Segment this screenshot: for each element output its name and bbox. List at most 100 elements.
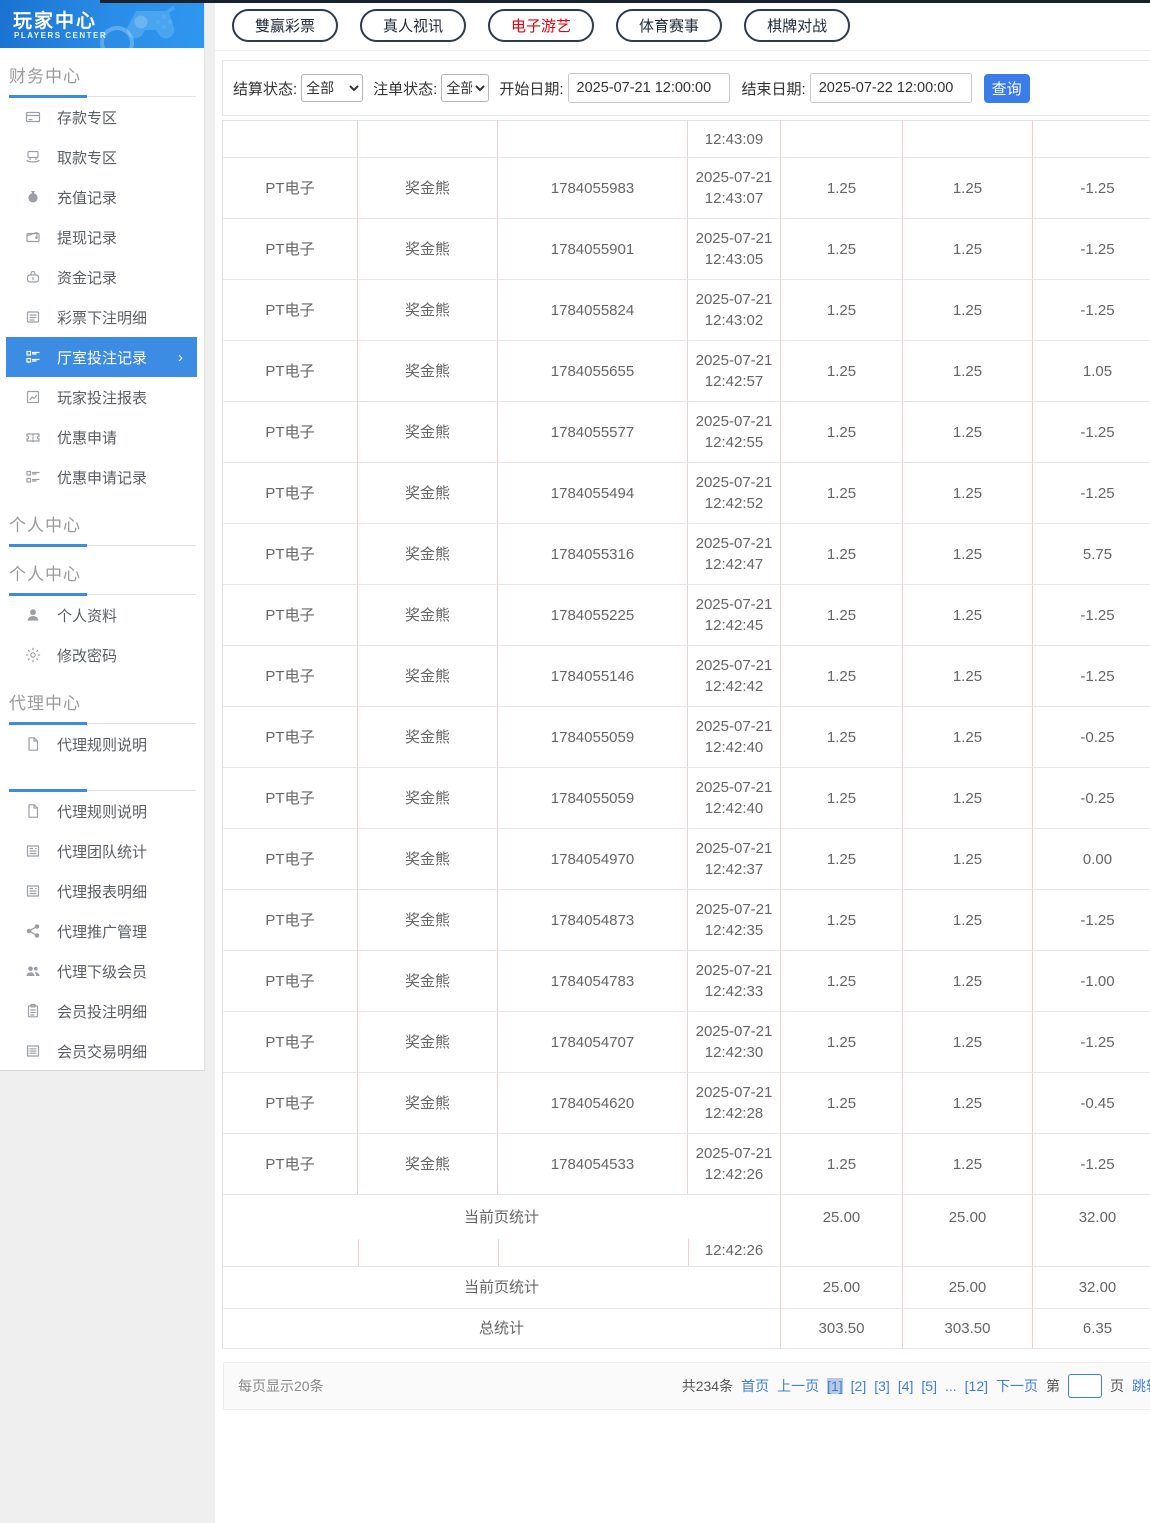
page-link-5[interactable]: [5] bbox=[921, 1378, 937, 1394]
cell-bet-time: 2025-07-21 12:42:47 bbox=[687, 523, 781, 585]
cell-bet-id: 1784054783 bbox=[497, 950, 688, 1012]
game-category-tabs: 雙赢彩票 真人视讯 电子游艺 体育赛事 棋牌对战 bbox=[215, 0, 1150, 51]
first-page-link[interactable]: 首页 bbox=[741, 1376, 769, 1396]
sidebar-item-label: 厅室投注记录 bbox=[57, 349, 148, 367]
page-link-3[interactable]: [3] bbox=[874, 1378, 890, 1394]
cell-bet-time: 2025-07-21 12:42:37 bbox=[687, 828, 781, 890]
prev-page-link[interactable]: 上一页 bbox=[777, 1376, 819, 1396]
cell-empty bbox=[222, 120, 358, 158]
next-page-link[interactable]: 下一页 bbox=[996, 1376, 1038, 1396]
cell-game-name: 奖金熊 bbox=[357, 401, 498, 463]
cell-bet-amount: 1.25 bbox=[780, 523, 903, 585]
end-date-label: 结束日期: bbox=[741, 80, 806, 98]
sidebar-item-purse[interactable]: 资金记录 bbox=[6, 257, 197, 297]
cell-bet-id: 1784055059 bbox=[497, 706, 688, 768]
sidebar-item-doc-lines[interactable]: 彩票下注明细 bbox=[6, 297, 197, 337]
section-underline bbox=[9, 593, 196, 596]
end-date-input[interactable] bbox=[809, 73, 972, 103]
cell-game-name: 奖金熊 bbox=[357, 340, 498, 402]
start-date-label: 开始日期: bbox=[499, 80, 564, 98]
page-link-2[interactable]: [2] bbox=[851, 1378, 867, 1394]
sidebar-item-moneybag[interactable]: 充值记录 bbox=[6, 177, 197, 217]
cell-win-loss: -1.25 bbox=[1032, 218, 1150, 280]
section-label: 个人中心 bbox=[9, 565, 81, 584]
sidebar-item-news[interactable]: 代理团队统计 bbox=[6, 831, 197, 871]
sidebar-item-list[interactable]: 会员交易明细 bbox=[6, 1031, 197, 1071]
cell-empty bbox=[902, 120, 1033, 158]
cell-win-loss: -1.25 bbox=[1032, 645, 1150, 707]
hall-bet-icon bbox=[25, 349, 41, 365]
sidebar-item-withdraw-hand[interactable]: 取款专区 bbox=[6, 137, 197, 177]
cell-win-loss: -1.25 bbox=[1032, 401, 1150, 463]
tab-真人视讯[interactable]: 真人视讯 bbox=[360, 9, 467, 42]
cell-bet-amount: 1.25 bbox=[780, 340, 903, 402]
table-row: PT电子 奖金熊 1784055824 2025-07-21 12:43:02 1.25 1… bbox=[222, 279, 1150, 341]
sidebar-item-hall-bet[interactable]: 厅室投注记录 › bbox=[6, 337, 197, 377]
sidebar-item-file[interactable]: 代理规则说明 bbox=[6, 791, 197, 831]
table-row: PT电子 奖金熊 1784055901 2025-07-21 12:43:05 1.25 1… bbox=[222, 218, 1150, 280]
tab-棋牌对战[interactable]: 棋牌对战 bbox=[744, 9, 851, 42]
jump-button[interactable]: 跳转 bbox=[1132, 1376, 1150, 1396]
cell-bet-amount: 1.25 bbox=[780, 828, 903, 890]
main-content: 雙赢彩票 真人视讯 电子游艺 体育赛事 棋牌对战 结算状态: 全部 注单状态: 全部 开… bbox=[215, 0, 1150, 1523]
sidebar-item-users[interactable]: 代理下级会员 bbox=[6, 951, 197, 991]
cell-win-loss: -1.25 bbox=[1032, 1011, 1150, 1073]
tab-雙赢彩票[interactable]: 雙赢彩票 bbox=[232, 9, 339, 42]
cell-game-type: PT电子 bbox=[222, 828, 358, 890]
section-underline bbox=[9, 544, 196, 547]
cell-game-name: 奖金熊 bbox=[357, 523, 498, 585]
cell-game-name: 奖金熊 bbox=[357, 279, 498, 341]
cell-game-name: 奖金熊 bbox=[357, 828, 498, 890]
sidebar-item-file[interactable]: 代理规则说明 bbox=[6, 724, 197, 764]
cell-bet-time: 2025-07-21 12:42:42 bbox=[687, 645, 781, 707]
sidebar-item-label: 代理规则说明 bbox=[57, 736, 148, 754]
table-row: PT电子 奖金熊 1784054783 2025-07-21 12:42:33 1.25 1… bbox=[222, 950, 1150, 1012]
sidebar-section-title: 代理中心 bbox=[9, 689, 196, 725]
jump-page-input[interactable] bbox=[1068, 1374, 1102, 1398]
sidebar-item-bank-card[interactable]: 存款专区 bbox=[6, 97, 197, 137]
cell-bet-amount: 1.25 bbox=[780, 218, 903, 280]
start-date-input[interactable] bbox=[567, 73, 730, 103]
cell-empty bbox=[357, 120, 498, 158]
sidebar-item-coupon[interactable]: 优惠申请 bbox=[6, 417, 197, 457]
cell-game-name: 奖金熊 bbox=[357, 645, 498, 707]
sidebar-item-wallet[interactable]: 提现记录 bbox=[6, 217, 197, 257]
search-button[interactable]: 查询 bbox=[983, 73, 1030, 103]
order-status-select[interactable]: 全部 bbox=[441, 74, 490, 102]
cell-valid-amount: 1.25 bbox=[902, 401, 1033, 463]
tab-电子游艺[interactable]: 电子游艺 bbox=[488, 9, 595, 42]
wallet-icon bbox=[25, 229, 41, 245]
sidebar-item-clipboard[interactable]: 会员投注明细 bbox=[6, 991, 197, 1031]
table-row: PT电子 奖金熊 1784055494 2025-07-21 12:42:52 1.25 1… bbox=[222, 462, 1150, 524]
cell-game-type: PT电子 bbox=[222, 950, 358, 1012]
cell-bet-time: 2025-07-21 12:42:26 bbox=[687, 1133, 781, 1195]
sidebar-item-share[interactable]: 代理推广管理 bbox=[6, 911, 197, 951]
cell-win-loss: 1.05 bbox=[1032, 340, 1150, 402]
table-row: PT电子 奖金熊 1784055655 2025-07-21 12:42:57 1.25 1… bbox=[222, 340, 1150, 402]
page-summary-label: 当前页统计 bbox=[463, 1279, 539, 1296]
sidebar-item-gear[interactable]: 修改密码 bbox=[6, 635, 197, 675]
moneybag-icon bbox=[25, 189, 41, 205]
users-icon bbox=[25, 963, 41, 979]
tab-体育赛事[interactable]: 体育赛事 bbox=[616, 9, 723, 42]
sidebar-item-user[interactable]: 个人资料 bbox=[6, 595, 197, 635]
settle-status-select[interactable]: 全部 bbox=[301, 74, 364, 102]
summary-winloss-total: 32.00 bbox=[1032, 1266, 1150, 1309]
page-link-1[interactable]: [1] bbox=[827, 1378, 843, 1394]
cell-win-loss: -0.25 bbox=[1032, 767, 1150, 829]
cell-empty bbox=[780, 120, 903, 158]
cell-bet-time: 2025-07-21 12:42:57 bbox=[687, 340, 781, 402]
sidebar-item-label: 资金记录 bbox=[57, 269, 118, 287]
cell-bet-amount: 1.25 bbox=[780, 950, 903, 1012]
cell-win-loss: 0.00 bbox=[1032, 828, 1150, 890]
page-link-4[interactable]: [4] bbox=[898, 1378, 914, 1394]
summary-valid-total: 25.00 bbox=[902, 1194, 1033, 1267]
sidebar-item-list-record[interactable]: 优惠申请记录 bbox=[6, 457, 197, 497]
sidebar-item-news[interactable]: 代理报表明细 bbox=[6, 871, 197, 911]
report-chart-icon bbox=[25, 389, 41, 405]
sidebar-item-label: 提现记录 bbox=[57, 229, 118, 247]
order-status-label: 注单状态: bbox=[373, 80, 438, 98]
page-link-12[interactable]: [12] bbox=[965, 1378, 988, 1394]
sidebar-item-report-chart[interactable]: 玩家投注报表 bbox=[6, 377, 197, 417]
sidebar-item-label: 优惠申请记录 bbox=[57, 469, 148, 487]
